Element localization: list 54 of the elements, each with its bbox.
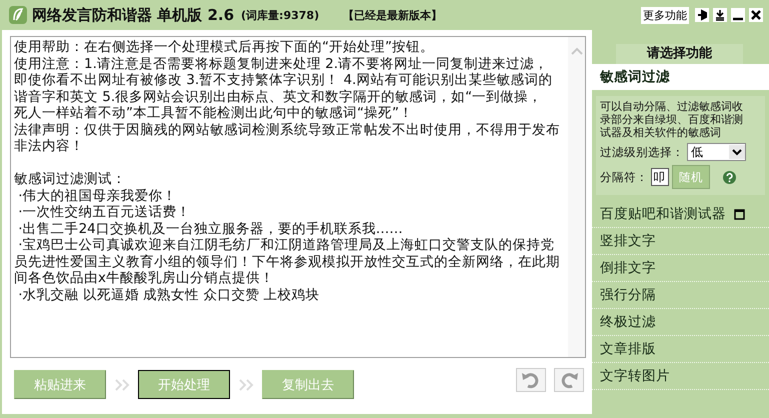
help-icon[interactable] <box>723 170 736 184</box>
pin-icon[interactable] <box>695 8 709 22</box>
level-select[interactable]: 低 <box>687 143 746 161</box>
window-title: 网络发言防和谐器 单机版 2.6 <box>32 6 234 24</box>
text-line: ·宝鸡巴士公司真诚欢迎来自江阴毛纺厂和江阴道路管理局及上海虹口交警支队的保持党 <box>17 237 556 254</box>
scrollbar[interactable] <box>568 37 585 357</box>
text-editor[interactable] <box>10 36 586 358</box>
sidebar-header: 请选择功能 <box>616 44 743 64</box>
item-label: 文章排版 <box>600 340 656 358</box>
text-line: ·出售二手24口交换机及一台独立服务器，要的手机联系我…… <box>17 220 404 237</box>
text-line: 使用注意：1.请注意是否需要将标题复制进来处理 2.请不要将网址一同复制进来过滤， <box>14 56 550 72</box>
item-label: 百度贴吧和谐测试器 <box>600 205 726 223</box>
text-line: 间各色饮品由x牛酸酸乳房山分销点提供！ <box>14 270 275 286</box>
text-line: 使用帮助：在右侧选择一个处理模式后再按下面的“开始处理”按钮。 <box>14 39 435 56</box>
update-status: 【已经是最新版本】 <box>343 8 442 22</box>
item-label: 倒排文字 <box>600 259 656 277</box>
sidebar-item[interactable]: 文章排版 <box>592 336 769 363</box>
text-line: 敏感词过滤测试： <box>14 171 127 188</box>
text-line: 即使你看不出网址有被修改 3.暂不支持繁体字识别！ 4.网站有可能识别出某些敏感词的 <box>14 72 554 88</box>
separator-field[interactable]: 叩 <box>651 168 669 186</box>
description-text: 可以自动分隔、过滤敏感词收录部分来自绿坝、百度和谐测试器及相关软件的敏感词 <box>600 100 744 139</box>
redo-icon[interactable] <box>554 368 584 392</box>
window-icon <box>734 208 745 220</box>
sidebar-item[interactable]: 强行分隔 <box>592 282 769 309</box>
word-count: (词库量:9378) <box>241 8 320 22</box>
text-line: 非法内容！ <box>14 138 85 154</box>
item-label: 强行分隔 <box>600 286 656 304</box>
more-features-button[interactable]: 更多功能 <box>641 6 689 24</box>
undo-icon[interactable] <box>516 368 546 392</box>
sidebar-item[interactable]: 竖排文字 <box>592 228 769 255</box>
leaf-logo-icon <box>8 5 28 25</box>
text-line: 员先进性爱国主义教育小组的领导们！下午将参观模拟开放性交互式的全新网络，在此期 <box>14 254 561 270</box>
close-icon[interactable] <box>749 8 763 22</box>
text-line: ·一次性交纳五百元送话费！ <box>17 204 192 220</box>
item-label: 终极过滤 <box>600 313 656 331</box>
level-label: 过滤级别选择： <box>600 144 684 160</box>
sidebar-item[interactable]: 百度贴吧和谐测试器 <box>592 201 769 228</box>
sidebar-item[interactable]: 倒排文字 <box>592 255 769 282</box>
text-line: ·伟大的祖国母亲我爱你！ <box>17 188 178 204</box>
separator-label: 分隔符： <box>600 170 648 184</box>
download-icon[interactable] <box>713 8 727 22</box>
sidebar-item[interactable]: 文字转图片 <box>592 363 769 390</box>
chevrons-icon <box>114 378 130 392</box>
item-label: 敏感词过滤 <box>600 68 670 86</box>
item-label: 竖排文字 <box>600 232 656 250</box>
item-label: 文字转图片 <box>600 367 670 385</box>
sidebar-item[interactable]: 敏感词过滤 <box>592 64 769 90</box>
text-line: 死人一样站着不动”本工具暂不能检测出此句中的敏感词“操死”！ <box>14 105 414 122</box>
sidebar-item[interactable]: 终极过滤 <box>592 309 769 336</box>
minimize-icon[interactable] <box>731 8 745 22</box>
text-line: 法律声明：仅供于因脑残的网站敏感词检测系统导致正常帖发不出时使用，不得用于发布 <box>14 122 561 138</box>
text-line: 谐音字和英文 5.很多网站会识别出由标点、英文和数字隔开的敏感词，如“一到做操， <box>14 88 544 105</box>
chevrons-icon <box>238 378 254 392</box>
text-line: ·水乳交融 以死逼婚 成熟女性 众口交赞 上校鸡块 <box>17 286 321 303</box>
